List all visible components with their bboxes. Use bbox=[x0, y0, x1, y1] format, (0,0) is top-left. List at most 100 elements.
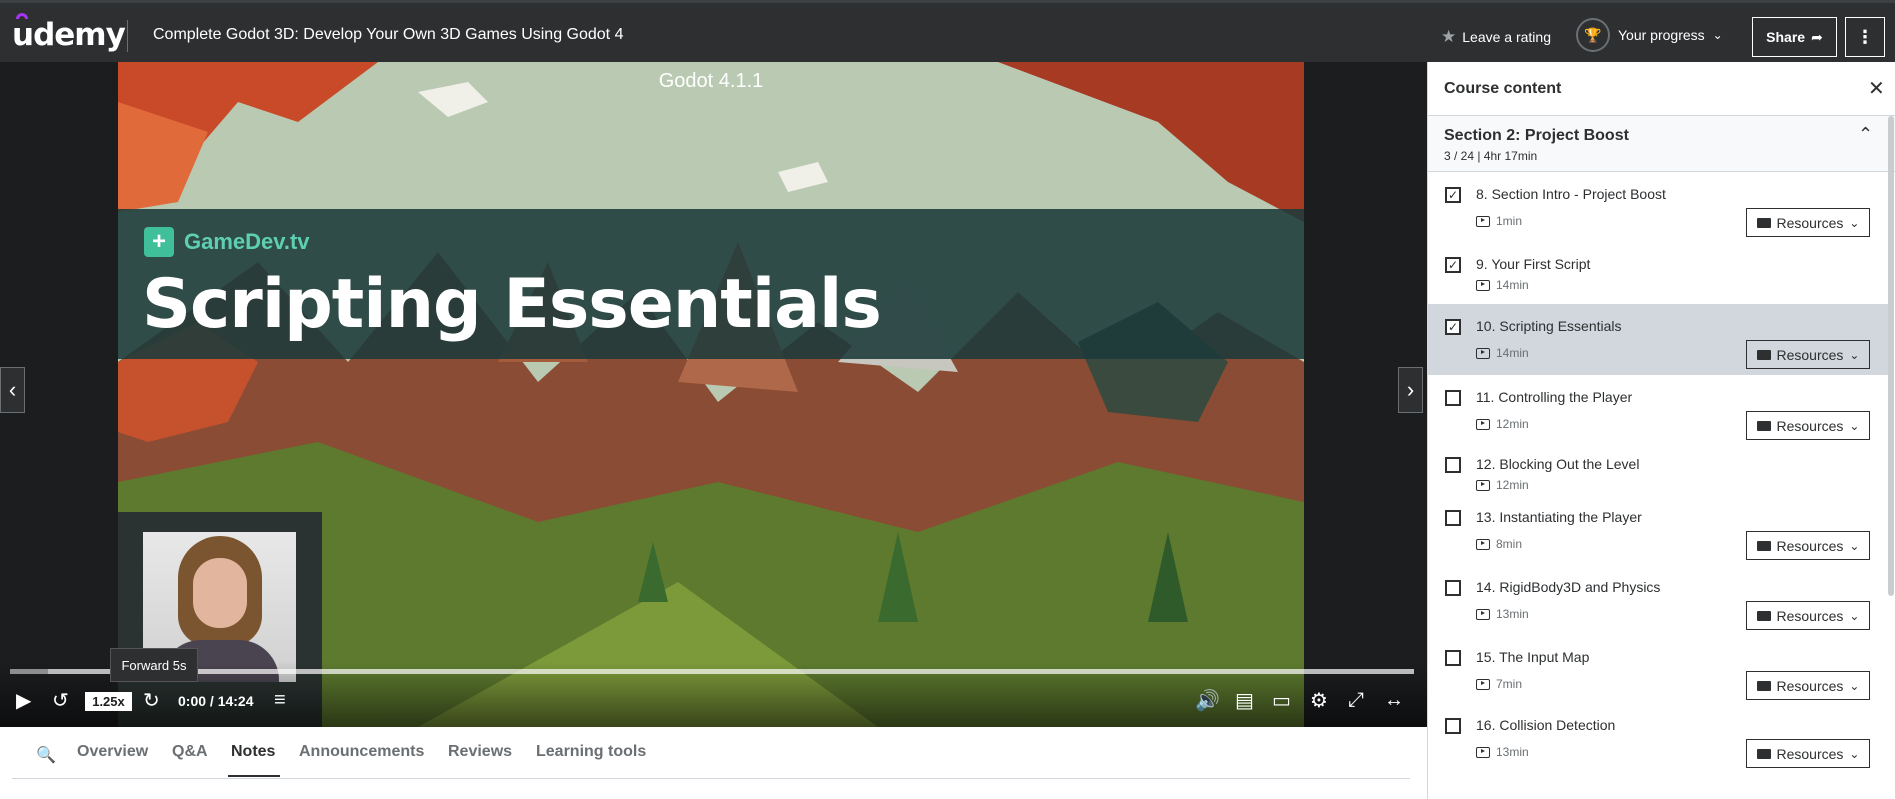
chevron-down-icon: ⌄ bbox=[1849, 608, 1860, 623]
expand-view-button[interactable]: ↔ bbox=[1384, 685, 1404, 715]
lecture-duration: 14min bbox=[1496, 346, 1529, 360]
instructor-face bbox=[193, 558, 247, 628]
lecture-item[interactable]: ✓ 8. Section Intro - Project Boost 1min Res… bbox=[1428, 172, 1888, 242]
resources-dropdown-button[interactable]: Resources ⌄ bbox=[1746, 531, 1870, 560]
close-icon[interactable]: ✕ bbox=[1868, 76, 1885, 101]
lecture-title: 12. Blocking Out the Level bbox=[1476, 456, 1640, 472]
captions-icon: ▭ bbox=[1272, 689, 1291, 712]
resources-dropdown-button[interactable]: Resources ⌄ bbox=[1746, 739, 1870, 768]
resources-dropdown-button[interactable]: Resources ⌄ bbox=[1746, 340, 1870, 369]
lecture-duration-row: 12min bbox=[1476, 478, 1529, 492]
gamedev-logo: + GameDev.tv bbox=[144, 227, 310, 257]
course-title[interactable]: Complete Godot 3D: Develop Your Own 3D G… bbox=[153, 26, 623, 44]
resources-label: Resources bbox=[1776, 745, 1844, 762]
more-options-button[interactable]: ⋮ bbox=[1845, 17, 1885, 57]
playback-speed-button[interactable]: 1.25x bbox=[85, 692, 132, 711]
lecture-duration-row: 8min bbox=[1476, 537, 1522, 551]
tab-overview[interactable]: Overview bbox=[77, 743, 148, 761]
sidebar-scrollbar[interactable] bbox=[1888, 116, 1894, 596]
transcript-button[interactable]: ▤ bbox=[1235, 685, 1254, 715]
forward-5s-button[interactable]: ↻ bbox=[143, 685, 160, 715]
leave-rating-button[interactable]: ★ Leave a rating bbox=[1441, 27, 1551, 47]
folder-icon bbox=[1756, 680, 1771, 691]
lecture-checkbox[interactable] bbox=[1445, 457, 1461, 473]
lecture-duration-row: 1min bbox=[1476, 214, 1522, 228]
tabs-divider bbox=[12, 778, 1410, 779]
lecture-duration: 13min bbox=[1496, 745, 1529, 759]
lecture-item[interactable]: 14. RigidBody3D and Physics 13min Resource… bbox=[1428, 565, 1888, 635]
search-icon[interactable]: 🔍 bbox=[36, 745, 56, 765]
lecture-duration-row: 14min bbox=[1476, 346, 1529, 360]
lecture-duration: 14min bbox=[1496, 278, 1529, 292]
volume-button[interactable]: 🔊 bbox=[1195, 685, 1220, 715]
udemy-logo[interactable]: udemy bbox=[12, 13, 126, 53]
top-header: udemy Complete Godot 3D: Develop Your Ow… bbox=[0, 0, 1895, 66]
resources-dropdown-button[interactable]: Resources ⌄ bbox=[1746, 671, 1870, 700]
lecture-duration: 12min bbox=[1496, 417, 1529, 431]
lecture-title: 11. Controlling the Player bbox=[1476, 389, 1633, 405]
lecture-title: 16. Collision Detection bbox=[1476, 717, 1616, 733]
sidebar-header: Course content ✕ bbox=[1428, 62, 1895, 116]
lecture-item[interactable]: 15. The Input Map 7min Resources ⌄ bbox=[1428, 635, 1888, 703]
fullscreen-icon: ⤢ bbox=[1348, 688, 1364, 711]
gamedev-brand-text: GameDev.tv bbox=[184, 229, 310, 254]
lecture-title: 9. Your First Script bbox=[1476, 256, 1591, 272]
lecture-title: 10. Scripting Essentials bbox=[1476, 318, 1622, 334]
settings-button[interactable]: ⚙ bbox=[1310, 685, 1328, 715]
transcript-icon: ▤ bbox=[1235, 689, 1254, 712]
lecture-checkbox[interactable] bbox=[1445, 650, 1461, 666]
section-meta: 3 / 24 | 4hr 17min bbox=[1444, 149, 1538, 163]
lecture-checkbox[interactable] bbox=[1445, 510, 1461, 526]
folder-icon bbox=[1756, 217, 1771, 228]
video-icon bbox=[1476, 746, 1490, 758]
video-player[interactable]: Godot 4.1.1 + GameDev.tv Scripting Essen… bbox=[0, 62, 1427, 727]
fullscreen-button[interactable]: ⤢ bbox=[1348, 685, 1364, 715]
play-button[interactable]: ▶ bbox=[16, 685, 31, 715]
section-header[interactable]: Section 2: Project Boost 3 / 24 | 4hr 17… bbox=[1428, 116, 1895, 172]
video-icon bbox=[1476, 279, 1490, 291]
lecture-duration: 7min bbox=[1496, 677, 1523, 691]
lecture-duration-row: 7min bbox=[1476, 677, 1522, 691]
lecture-title: 13. Instantiating the Player bbox=[1476, 509, 1642, 525]
lecture-checkbox[interactable] bbox=[1445, 580, 1461, 596]
your-progress-button[interactable]: 🏆 Your progress ⌄ bbox=[1576, 18, 1723, 52]
chevron-down-icon: ⌄ bbox=[1712, 28, 1723, 42]
lecture-item[interactable]: ✓ 9. Your First Script 14min bbox=[1428, 242, 1888, 304]
tab-learning-tools[interactable]: Learning tools bbox=[536, 743, 646, 761]
forward-icon: ↻ bbox=[143, 689, 160, 712]
lecture-item[interactable]: 16. Collision Detection 13min Resources ⌄ bbox=[1428, 703, 1888, 773]
note-icon: ≡ bbox=[274, 688, 286, 711]
resources-dropdown-button[interactable]: Resources ⌄ bbox=[1746, 208, 1870, 237]
video-icon bbox=[1476, 608, 1490, 620]
gamedev-plus-icon: + bbox=[144, 227, 174, 257]
chevron-down-icon: ⌄ bbox=[1849, 215, 1860, 230]
lecture-item[interactable]: 13. Instantiating the Player 8min Resource… bbox=[1428, 495, 1888, 565]
lecture-checkbox[interactable]: ✓ bbox=[1445, 187, 1461, 203]
resources-label: Resources bbox=[1776, 214, 1844, 231]
lecture-item[interactable]: 12. Blocking Out the Level 12min bbox=[1428, 442, 1888, 495]
lecture-checkbox[interactable]: ✓ bbox=[1445, 257, 1461, 273]
lecture-duration-row: 14min bbox=[1476, 278, 1529, 292]
tab-announcements[interactable]: Announcements bbox=[299, 743, 424, 761]
lecture-checkbox[interactable] bbox=[1445, 718, 1461, 734]
tab-notes[interactable]: Notes bbox=[231, 743, 275, 761]
rewind-5s-button[interactable]: ↺ bbox=[52, 685, 69, 715]
resources-dropdown-button[interactable]: Resources ⌄ bbox=[1746, 601, 1870, 630]
add-note-button[interactable]: ≡ bbox=[274, 685, 286, 715]
share-button[interactable]: Share ➦ bbox=[1752, 17, 1837, 57]
progress-scrubber[interactable] bbox=[10, 669, 1414, 674]
lecture-item[interactable]: ✓ 10. Scripting Essentials 14min Resources ⌄ bbox=[1428, 304, 1888, 375]
lecture-checkbox[interactable]: ✓ bbox=[1445, 319, 1461, 335]
resources-dropdown-button[interactable]: Resources ⌄ bbox=[1746, 411, 1870, 440]
logo-text: udemy bbox=[12, 17, 126, 53]
captions-button[interactable]: ▭ bbox=[1272, 685, 1291, 715]
progress-label: Your progress bbox=[1618, 27, 1705, 43]
next-lecture-button[interactable]: › bbox=[1398, 367, 1423, 413]
tab-reviews[interactable]: Reviews bbox=[448, 743, 512, 761]
folder-icon bbox=[1756, 540, 1771, 551]
slide-title: Scripting Essentials bbox=[142, 265, 882, 344]
tab-qa[interactable]: Q&A bbox=[172, 743, 208, 761]
lecture-checkbox[interactable] bbox=[1445, 390, 1461, 406]
lecture-item[interactable]: 11. Controlling the Player 12min Resources… bbox=[1428, 375, 1888, 442]
previous-lecture-button[interactable]: ‹ bbox=[0, 367, 25, 413]
